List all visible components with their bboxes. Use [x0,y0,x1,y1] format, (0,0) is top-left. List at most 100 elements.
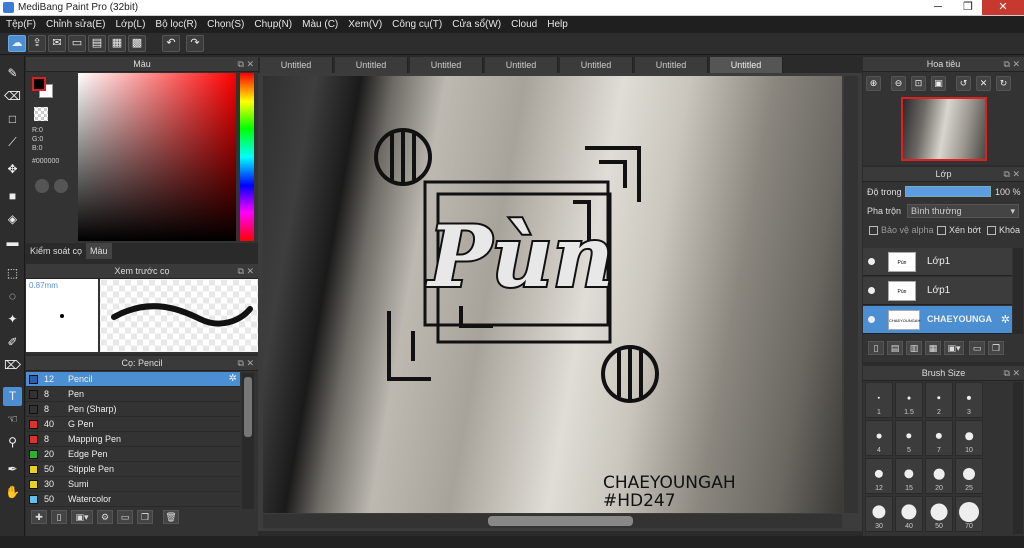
blend-mode-select[interactable]: Bình thường ▾ [907,204,1019,218]
text-tool-icon[interactable]: T [3,387,22,406]
select-tool-icon[interactable]: ⬚ [3,264,22,283]
eyedropper-tool-icon[interactable]: ⚲ [3,433,22,452]
hand-tool-icon[interactable]: ✋ [3,483,22,502]
minimize-button[interactable]: ─ [924,0,952,15]
brush-size-option[interactable]: 30 [865,496,893,532]
brush-size-option[interactable]: 15 [895,458,923,494]
brush-size-option[interactable]: 50 [925,496,953,532]
brush-item-pen-sharp-[interactable]: 8 Pen (Sharp) [26,402,240,417]
popout-icon[interactable]: ⧉ ✕ [238,57,254,72]
brush-size-option[interactable]: 5 [895,420,923,456]
brush-size-option[interactable]: 1.5 [895,382,923,418]
brush-size-option[interactable]: 3 [955,382,983,418]
brush-settings-icon[interactable]: ⚙ [97,510,113,524]
opacity-slider[interactable] [905,186,991,197]
new-layer-icon[interactable]: ▯ [868,341,884,355]
gear-icon[interactable]: ✲ [229,373,237,384]
protect-alpha-checkbox[interactable] [869,226,878,235]
layer-menu-icon[interactable]: ▣▾ [944,341,964,355]
operation-tool-icon[interactable]: ☜ [3,410,22,429]
close-button[interactable]: ✕ [982,0,1024,15]
rotate-right-icon[interactable]: ↻ [996,76,1011,91]
brush-size-option[interactable]: 2 [925,382,953,418]
menu-view[interactable]: Xem(V) [343,16,387,33]
palette-icon[interactable] [35,179,49,193]
menu-file[interactable]: Tệp(F) [0,16,41,33]
tab-document-6[interactable]: Untitled [635,57,708,73]
menu-filter[interactable]: Bộ lọc(R) [150,16,202,33]
menu-help[interactable]: Help [542,16,573,33]
brush-size-option[interactable]: 20 [925,458,953,494]
brush-item-sumi[interactable]: 30 Sumi [26,477,240,492]
brush-item-stipple-pen[interactable]: 50 Stipple Pen [26,462,240,477]
fit-window-icon[interactable]: ⊡ [911,76,926,91]
visibility-icon[interactable] [868,287,875,294]
cloud-icon[interactable]: ☁ [8,35,26,52]
brush-size-option[interactable]: 25 [955,458,983,494]
canvas-vertical-scrollbar[interactable] [844,76,858,513]
maximize-button[interactable]: ❐ [954,0,982,15]
tab-color[interactable]: Màu [86,243,112,259]
transparent-color-swatch[interactable] [34,107,48,121]
grid-icon[interactable]: ▩ [128,35,146,52]
layer-row[interactable]: Pùn Lớp1 [863,277,1012,305]
popout-icon[interactable]: ⧉ ✕ [1004,57,1020,72]
chat-icon[interactable]: ▭ [68,35,86,52]
scroll-thumb[interactable] [488,516,633,526]
menu-layer[interactable]: Lớp(L) [111,16,151,33]
layer-row-selected[interactable]: CHAEYOUNGAH CHAEYOUNGA ✲ [863,306,1012,334]
menu-tools[interactable]: Công cụ(T) [387,16,447,33]
fill-rect-tool-icon[interactable]: ■ [3,187,22,206]
halftone-layer-icon[interactable]: ▦ [925,341,941,355]
share-icon[interactable]: ⇪ [28,35,46,52]
tab-document-4[interactable]: Untitled [485,57,558,73]
eraser-tool-icon[interactable]: ⌫ [3,87,22,106]
brush-size-option[interactable]: 7 [925,420,953,456]
brush-size-option[interactable]: 70 [955,496,983,532]
actual-size-icon[interactable]: ▣ [931,76,946,91]
hue-slider[interactable] [240,73,254,241]
brush-list-scrollbar[interactable] [242,373,254,509]
popout-icon[interactable]: ⧉ ✕ [238,264,254,279]
select-eraser-tool-icon[interactable]: ⌦ [3,356,22,375]
scroll-thumb[interactable] [244,377,252,437]
flip-icon[interactable]: ✕ [976,76,991,91]
canvas-horizontal-scrollbar[interactable] [263,514,842,528]
tab-document-1[interactable]: Untitled [260,57,333,73]
folder-icon[interactable]: ▭ [969,341,985,355]
dot-tool-icon[interactable]: □ [3,110,22,129]
new-brush-icon[interactable]: ▯ [51,510,67,524]
brush-item-mapping-pen[interactable]: 8 Mapping Pen [26,432,240,447]
brush-size-option[interactable]: 12 [865,458,893,494]
lock-checkbox[interactable] [987,226,996,235]
duplicate-icon[interactable]: ❐ [137,510,153,524]
tab-document-5[interactable]: Untitled [560,57,633,73]
select-pen-tool-icon[interactable]: ✐ [3,333,22,352]
tab-document-2[interactable]: Untitled [335,57,408,73]
visibility-icon[interactable] [868,316,875,323]
foreground-color-swatch[interactable] [32,77,46,91]
folder-icon[interactable]: ▭ [117,510,133,524]
menu-snap[interactable]: Chụp(N) [249,16,297,33]
menu-select[interactable]: Chọn(S) [202,16,249,33]
gear-icon[interactable]: ✲ [1001,313,1010,326]
magic-wand-tool-icon[interactable]: ✦ [3,310,22,329]
visibility-icon[interactable] [868,258,875,265]
brush-size-option[interactable]: 4 [865,420,893,456]
tab-document-3[interactable]: Untitled [410,57,483,73]
trash-icon[interactable]: 🗑 [163,510,179,524]
brush-menu-icon[interactable]: ▣▾ [71,510,93,524]
brush-size-option[interactable]: 40 [895,496,923,532]
zoom-out-icon[interactable]: ⊖ [891,76,906,91]
material-icon[interactable]: ▦ [108,35,126,52]
pen-tool-icon[interactable]: ✒ [3,460,22,479]
layer-scrollbar[interactable] [1013,248,1023,334]
gradient-tool-icon[interactable]: ▬ [3,233,22,252]
add-brush-icon[interactable]: ✚ [31,510,47,524]
brush-item-edge-pen[interactable]: 20 Edge Pen [26,447,240,462]
zoom-in-icon[interactable]: ⊕ [866,76,881,91]
document-icon[interactable]: ▤ [88,35,106,52]
brush-size-option[interactable]: 10 [955,420,983,456]
brush-item-watercolor[interactable]: 50 Watercolor [26,492,240,507]
brush-item-pen[interactable]: 8 Pen [26,387,240,402]
